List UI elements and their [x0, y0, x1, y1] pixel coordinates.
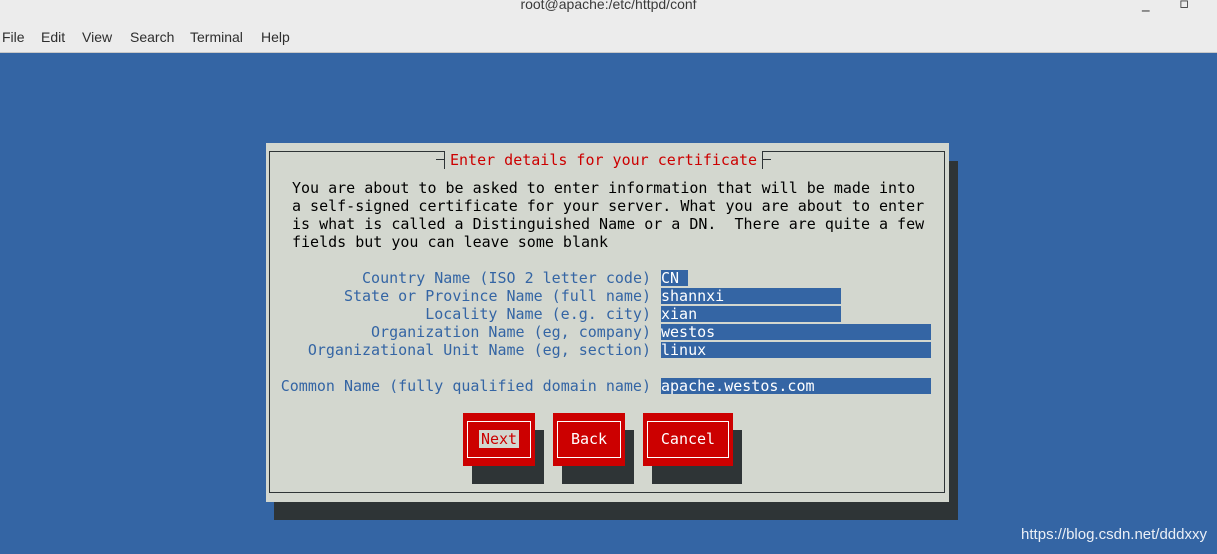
- back-button-label: Back: [570, 430, 608, 448]
- country-label: Country Name (ISO 2 letter code): [362, 269, 651, 287]
- locality-label: Locality Name (e.g. city): [425, 305, 651, 323]
- unit-value: linux: [661, 341, 707, 359]
- country-field[interactable]: CN: [661, 269, 688, 287]
- maximize-icon[interactable]: ▫: [1179, 0, 1189, 12]
- intro-line-2: a self-signed certificate for your serve…: [292, 197, 925, 215]
- next-button[interactable]: Next: [463, 413, 535, 466]
- intro-line-4: fields but you can leave some blank: [292, 233, 609, 251]
- intro-line-1: You are about to be asked to enter infor…: [292, 179, 916, 197]
- menu-bar: File Edit View Search Terminal Help: [0, 22, 1217, 53]
- cancel-button-label: Cancel: [660, 430, 716, 448]
- menu-search[interactable]: Search: [130, 29, 174, 45]
- state-label: State or Province Name (full name): [343, 287, 651, 305]
- menu-help[interactable]: Help: [261, 29, 290, 45]
- dialog-shadow-right: [949, 161, 958, 520]
- locality-field[interactable]: xian: [661, 305, 841, 323]
- menu-edit[interactable]: Edit: [41, 29, 65, 45]
- next-button-label: Next: [478, 430, 520, 448]
- organization-value: westos: [661, 323, 716, 341]
- state-field[interactable]: shannxi: [661, 287, 841, 305]
- dialog-title: Enter details for your certificate: [435, 151, 772, 169]
- common-name-field[interactable]: apache.westos.com: [661, 377, 931, 395]
- back-button[interactable]: Back: [553, 413, 625, 466]
- menu-file[interactable]: File: [2, 29, 25, 45]
- menu-view[interactable]: View: [82, 29, 112, 45]
- dialog-shadow-bottom: [274, 502, 958, 520]
- menu-terminal[interactable]: Terminal: [190, 29, 243, 45]
- window-title: root@apache:/etc/httpd/conf: [520, 0, 697, 12]
- locality-value: xian: [661, 305, 698, 323]
- common-name-label: Common Name (fully qualified domain name…: [280, 377, 651, 395]
- window-titlebar: root@apache:/etc/httpd/conf _ ▫: [0, 0, 1217, 22]
- intro-line-3: is what is called a Distinguished Name o…: [292, 215, 925, 233]
- state-value: shannxi: [661, 287, 725, 305]
- unit-field[interactable]: linux: [661, 341, 931, 359]
- cancel-button[interactable]: Cancel: [643, 413, 733, 466]
- common-name-value: apache.westos.com: [661, 377, 815, 395]
- unit-label: Organizational Unit Name (eg, section): [307, 341, 651, 359]
- country-value: CN: [661, 269, 680, 287]
- organization-field[interactable]: westos: [661, 323, 931, 341]
- watermark: https://blog.csdn.net/dddxxy: [1021, 526, 1207, 543]
- minimize-icon[interactable]: _: [1142, 0, 1150, 12]
- organization-label: Organization Name (eg, company): [371, 323, 651, 341]
